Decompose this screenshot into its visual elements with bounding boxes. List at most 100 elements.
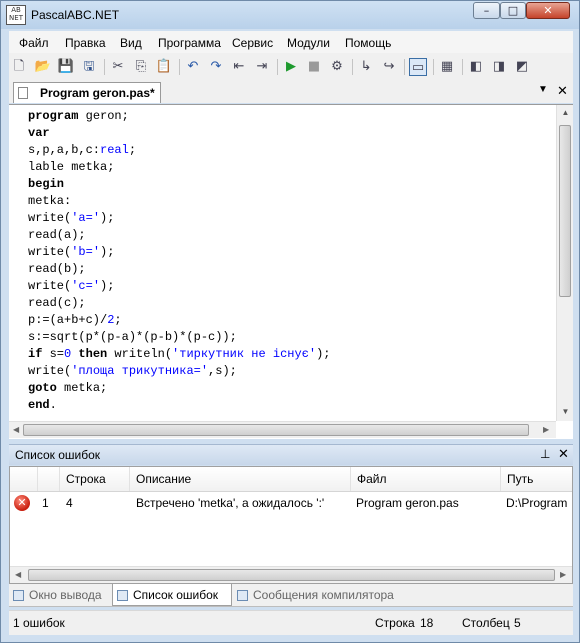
code-token: read(b); — [28, 262, 86, 276]
code-line[interactable]: p:=(a+b+c)/2; — [28, 312, 330, 329]
navigate-back-icon[interactable]: ⇤ — [230, 58, 248, 76]
column-icon[interactable] — [10, 467, 37, 491]
close-panel-icon[interactable]: ✕ — [558, 446, 569, 462]
tab-list-dropdown-icon[interactable]: ▼ — [538, 84, 548, 95]
menu-file[interactable]: Файл — [19, 36, 49, 50]
scroll-right-icon[interactable]: ▶ — [543, 425, 549, 434]
code-token: read(c); — [28, 296, 86, 310]
code-line[interactable]: read(b); — [28, 261, 330, 278]
compile-icon[interactable]: ⚙ — [328, 58, 346, 76]
redo-icon[interactable]: ↷ — [207, 58, 225, 76]
scroll-right-icon[interactable]: ▶ — [560, 570, 566, 579]
code-line[interactable]: read(a); — [28, 227, 330, 244]
scroll-left-icon[interactable]: ◀ — [13, 425, 19, 434]
reference-tool-icon[interactable]: ◩ — [513, 58, 531, 76]
menu-view[interactable]: Вид — [120, 36, 142, 50]
code-line[interactable]: s,p,a,b,c:real; — [28, 142, 330, 159]
code-line[interactable]: end. — [28, 397, 330, 414]
toolbar: 🗋 📂 💾 🖫 ✂ ⎘ 📋 ↶ ↷ ⇤ ⇥ ▶ ■ ⚙ ↳ ↪ ▭ ▦ ◧ ◨ … — [9, 53, 573, 82]
properties-icon[interactable]: ▦ — [438, 58, 456, 76]
code-token: ; — [114, 313, 122, 327]
code-line[interactable]: read(c); — [28, 295, 330, 312]
tab-error-list[interactable]: Список ошибок — [112, 584, 232, 606]
code-token: geron; — [78, 109, 129, 123]
error-scroll-thumb[interactable] — [28, 569, 555, 581]
column-file[interactable]: Файл — [350, 467, 500, 491]
pin-icon[interactable]: ⊥ — [540, 447, 550, 461]
tab-output-window[interactable]: Окно вывода — [9, 584, 111, 606]
column-number[interactable] — [37, 467, 59, 491]
toolbar-separator — [104, 59, 105, 75]
tab-compiler-messages[interactable]: Сообщения компилятора — [233, 584, 403, 606]
tab-program-geron[interactable]: Program geron.pas* — [13, 82, 161, 103]
open-folder-icon[interactable]: 📂 — [34, 58, 52, 76]
column-line[interactable]: Строка — [59, 467, 129, 491]
editor-gutter — [9, 105, 23, 421]
undo-icon[interactable]: ↶ — [184, 58, 202, 76]
code-line[interactable]: begin — [28, 176, 330, 193]
editor-horizontal-scrollbar[interactable]: ◀ ▶ — [9, 421, 556, 438]
code-token: write( — [28, 364, 72, 378]
minimize-button[interactable]: – — [473, 2, 500, 19]
cut-icon[interactable]: ✂ — [109, 58, 127, 76]
status-bar: 1 ошибок Строка 18 Столбец 5 — [9, 610, 573, 635]
status-error-count: 1 ошибок — [13, 616, 65, 630]
code-line[interactable]: var — [28, 125, 330, 142]
step-into-icon[interactable]: ↳ — [357, 58, 375, 76]
new-file-icon[interactable]: 🗋 — [10, 58, 28, 76]
source-code[interactable]: program geron; var s,p,a,b,c:real; lable me… — [28, 108, 330, 414]
step-over-icon[interactable]: ↪ — [380, 58, 398, 76]
horizontal-scroll-thumb[interactable] — [23, 424, 529, 436]
code-line[interactable]: program geron; — [28, 108, 330, 125]
code-token: write( — [28, 279, 72, 293]
menu-edit[interactable]: Правка — [65, 36, 106, 50]
type-token: real — [100, 143, 129, 157]
code-line[interactable]: write('c='); — [28, 278, 330, 295]
close-tab-icon[interactable]: ✕ — [557, 83, 568, 99]
paste-icon[interactable]: 📋 — [155, 58, 173, 76]
code-line[interactable]: lable metka; — [28, 159, 330, 176]
save-all-icon[interactable]: 🖫 — [80, 58, 98, 76]
menu-modules[interactable]: Модули — [287, 36, 330, 50]
column-description[interactable]: Описание — [129, 467, 350, 491]
close-button[interactable]: ✕ — [526, 2, 570, 19]
code-token: s,p,a,b,c: — [28, 143, 101, 157]
vertical-scroll-thumb[interactable] — [559, 125, 571, 297]
stop-icon[interactable]: ■ — [305, 58, 323, 76]
code-editor[interactable]: program geron; var s,p,a,b,c:real; lable me… — [9, 104, 573, 439]
code-token: metka; — [56, 381, 108, 395]
tab-output-label: Окно вывода — [29, 588, 102, 602]
output-window-icon[interactable]: ▭ — [409, 58, 427, 76]
code-line[interactable]: metka: — [28, 193, 330, 210]
editor-vertical-scrollbar[interactable]: ▲ ▼ — [556, 105, 573, 421]
menu-service[interactable]: Сервис — [232, 36, 273, 50]
module-tool-icon[interactable]: ◨ — [490, 58, 508, 76]
code-line[interactable]: write('площа трикутника=',s); — [28, 363, 330, 380]
code-line[interactable]: s:=sqrt(p*(p-a)*(p-b)*(p-c)); — [28, 329, 330, 346]
code-token: lable metka; — [28, 160, 115, 174]
title-bar[interactable]: AB NET PascalABC.NET – □ ✕ — [1, 1, 579, 29]
table-row[interactable]: ✕ 1 4 Встречено 'metka', а ожидалось ':'… — [10, 492, 572, 514]
maximize-button[interactable]: □ — [500, 2, 526, 19]
error-list-horizontal-scrollbar[interactable]: ◀ ▶ — [10, 566, 572, 583]
debug-tool-icon[interactable]: ◧ — [467, 58, 485, 76]
keyword-token: end — [28, 398, 50, 412]
scroll-down-icon[interactable]: ▼ — [557, 407, 574, 416]
scroll-up-icon[interactable]: ▲ — [557, 108, 574, 117]
code-token: . — [49, 398, 57, 412]
save-icon[interactable]: 💾 — [57, 58, 75, 76]
keyword-token: goto — [28, 381, 57, 395]
scroll-left-icon[interactable]: ◀ — [15, 570, 21, 579]
menu-help[interactable]: Помощь — [345, 36, 391, 50]
code-line[interactable]: if s=0 then writeln('тиркутник не існує'… — [28, 346, 330, 363]
code-line[interactable]: goto metka; — [28, 380, 330, 397]
menu-program[interactable]: Программа — [158, 36, 221, 50]
copy-icon[interactable]: ⎘ — [132, 58, 150, 76]
run-icon[interactable]: ▶ — [282, 58, 300, 76]
column-path[interactable]: Путь — [500, 467, 572, 491]
code-line[interactable]: write('b='); — [28, 244, 330, 261]
navigate-forward-icon[interactable]: ⇥ — [253, 58, 271, 76]
code-line[interactable]: write('a='); — [28, 210, 330, 227]
error-list-icon — [117, 590, 128, 601]
tab-label: Program geron.pas* — [40, 86, 155, 100]
